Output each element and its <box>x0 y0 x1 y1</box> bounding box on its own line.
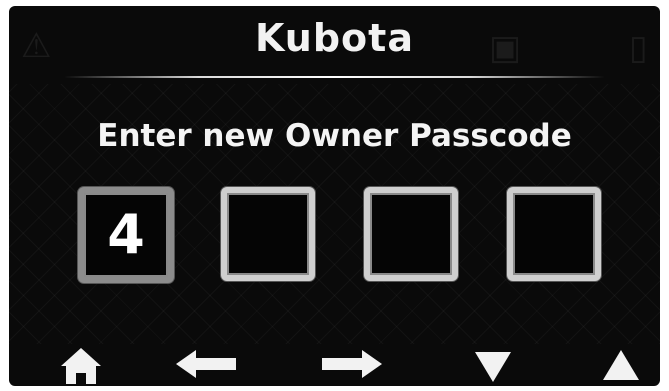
forward-button[interactable] <box>316 342 386 386</box>
brand-logo: Kubota <box>255 16 414 60</box>
display-screen: ⚠ ▣ ▯ Kubota Enter new Owner Passcode 4 <box>9 6 660 386</box>
scroll-down-button[interactable] <box>463 342 523 386</box>
back-button[interactable] <box>172 342 242 386</box>
passcode-digit-3[interactable] <box>364 187 458 281</box>
home-icon <box>61 348 101 384</box>
passcode-digit-4-value <box>513 193 595 275</box>
passcode-digit-3-value <box>370 193 452 275</box>
scroll-up-button[interactable] <box>591 342 651 386</box>
passcode-digit-2[interactable] <box>221 187 315 281</box>
arrow-left-icon <box>176 350 236 378</box>
home-button[interactable] <box>51 342 111 386</box>
triangle-down-icon <box>475 352 511 382</box>
passcode-digit-2-value <box>227 193 309 275</box>
triangle-up-icon <box>603 350 639 380</box>
passcode-digit-1-value: 4 <box>107 203 145 266</box>
passcode-digit-1[interactable]: 4 <box>78 187 174 283</box>
page-title: Enter new Owner Passcode <box>97 118 572 154</box>
arrow-right-icon <box>322 350 382 378</box>
passcode-digit-4[interactable] <box>507 187 601 281</box>
header-divider <box>64 76 605 78</box>
